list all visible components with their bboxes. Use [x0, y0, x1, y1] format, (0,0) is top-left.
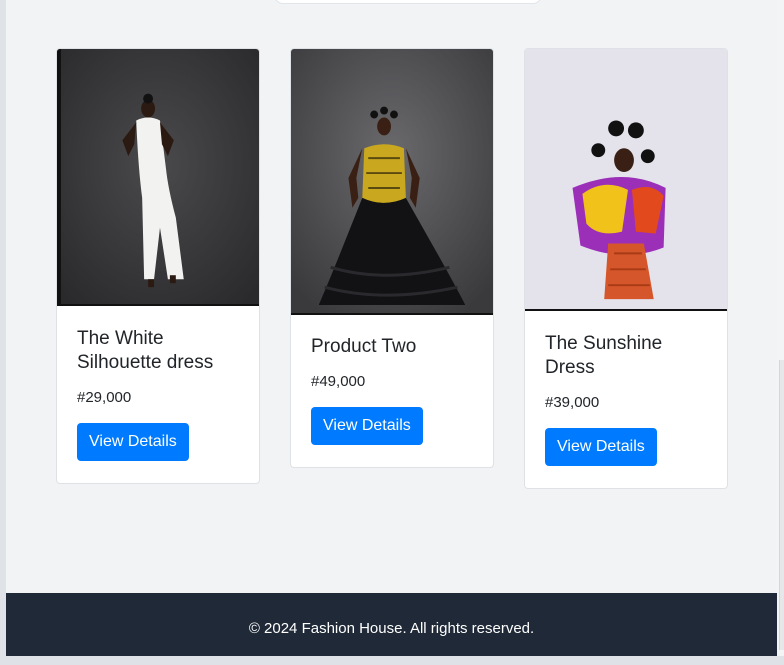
product-price: #39,000 — [545, 394, 600, 411]
product-title: The Sunshine Dress — [545, 333, 663, 378]
view-details-button[interactable]: View Details — [77, 423, 189, 461]
product-card: The Sunshine Dress #39,000 View Details — [524, 48, 728, 489]
product-price: #49,000 — [311, 373, 366, 390]
product-title: Product Two — [311, 336, 417, 357]
copyright-text: © 2024 Fashion House. All rights reserve… — [248, 620, 535, 637]
product-card: Product Two #49,000 View Details — [290, 48, 494, 468]
product-card: The White Silhouette dress #29,000 View … — [56, 48, 260, 484]
site-footer: © 2024 Fashion House. All rights reserve… — [6, 593, 777, 656]
scrollbar-thumb[interactable] — [779, 360, 784, 650]
view-details-button[interactable]: View Details — [311, 407, 423, 445]
view-details-button[interactable]: View Details — [545, 428, 657, 466]
product-image — [57, 49, 259, 306]
product-price: #29,000 — [77, 389, 132, 406]
product-title: The White Silhouette dress — [77, 328, 214, 373]
product-image — [525, 49, 727, 311]
product-image — [291, 49, 493, 315]
top-bar-remnant — [274, 0, 542, 4]
